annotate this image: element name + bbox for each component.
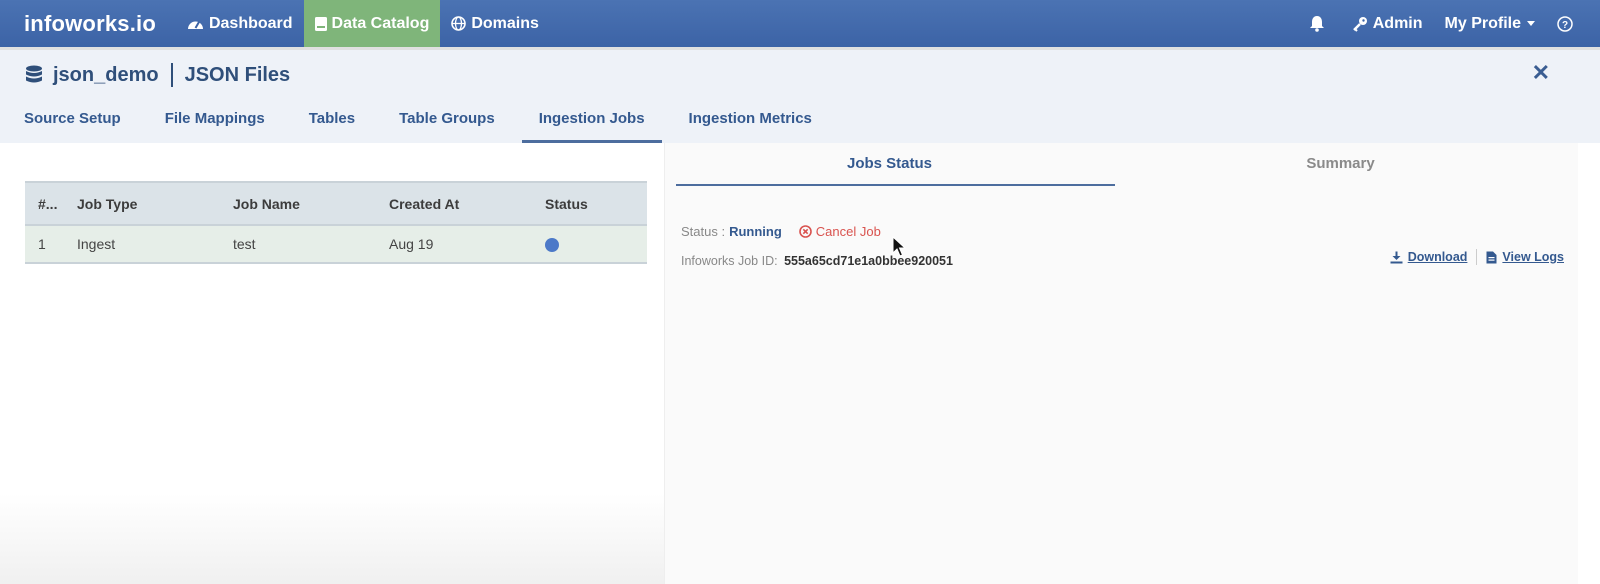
tab-jobs-status[interactable]: Jobs Status — [664, 143, 1115, 191]
source-name: json_demo — [53, 63, 159, 86]
notifications-button[interactable] — [1298, 0, 1341, 47]
tab-ingestion-jobs[interactable]: Ingestion Jobs — [521, 110, 662, 143]
status-label: Status : — [681, 224, 726, 239]
job-status-line: Status : Running Cancel Job — [681, 224, 881, 239]
nav-dashboard[interactable]: Dashboard — [176, 0, 304, 47]
job-detail-panel — [664, 143, 1578, 584]
cell-job-name: test — [233, 225, 389, 264]
nav-data-catalog[interactable]: Data Catalog — [303, 0, 441, 47]
admin-label: Admin — [1372, 14, 1423, 32]
brand-logo[interactable]: infoworks.io — [24, 11, 156, 37]
navbar-right: Admin My Profile ? — [1298, 0, 1600, 47]
status-dot-icon — [545, 238, 559, 253]
action-divider — [1476, 249, 1478, 265]
column-header[interactable]: Job Type — [77, 181, 233, 226]
tab-file-mappings[interactable]: File Mappings — [165, 110, 265, 143]
column-header[interactable]: Job Name — [233, 181, 389, 226]
source-header: json_demo JSON Files Source Setup File M… — [0, 50, 1600, 143]
tab-source-setup[interactable]: Source Setup — [24, 110, 121, 143]
nav-domains-label: Domains — [471, 14, 539, 32]
nav-data-catalog-label: Data Catalog — [331, 14, 430, 32]
jobs-table: #... Job Type Job Name Created At Status… — [25, 181, 647, 264]
tab-summary[interactable]: Summary — [1115, 143, 1566, 191]
cell-job-type: Ingest — [77, 225, 233, 264]
cell-created-at: Aug 19 — [389, 225, 545, 264]
download-label: Download — [1407, 250, 1468, 264]
column-header[interactable]: Status — [545, 181, 647, 226]
page-title: json_demo JSON Files — [25, 63, 290, 87]
globe-icon — [451, 16, 467, 31]
my-profile-label: My Profile — [1444, 14, 1521, 32]
column-header[interactable]: Created At — [389, 181, 545, 226]
status-value: Running — [729, 224, 782, 239]
close-icon[interactable]: ✕ — [1532, 62, 1550, 84]
tab-tables[interactable]: Tables — [309, 110, 355, 143]
help-button[interactable]: ? — [1546, 0, 1600, 47]
job-actions: Download View Logs — [1390, 249, 1564, 265]
download-link[interactable]: Download — [1390, 250, 1468, 264]
chevron-down-icon — [1527, 21, 1535, 26]
file-icon — [1486, 251, 1497, 264]
view-logs-label: View Logs — [1502, 250, 1564, 264]
tab-ingestion-metrics[interactable]: Ingestion Metrics — [689, 110, 812, 143]
dashboard-icon — [187, 17, 204, 31]
job-id-value: 555a65cd71e1a0bbee920051 — [784, 254, 953, 268]
job-id-line: Infoworks Job ID: 555a65cd71e1a0bbee9200… — [681, 254, 953, 268]
source-tabs: Source Setup File Mappings Tables Table … — [24, 110, 856, 143]
admin-menu[interactable]: Admin — [1341, 0, 1434, 47]
table-header-row: #... Job Type Job Name Created At Status — [25, 181, 647, 226]
cancel-job-button[interactable]: Cancel Job — [798, 224, 881, 239]
cell-num: 1 — [25, 225, 77, 264]
cell-status — [545, 225, 647, 264]
catalog-icon — [314, 16, 327, 31]
my-profile-menu[interactable]: My Profile — [1434, 0, 1546, 47]
download-icon — [1390, 251, 1403, 264]
bell-icon — [1309, 15, 1325, 32]
table-row[interactable]: 1 Ingest test Aug 19 — [25, 225, 647, 264]
job-id-label: Infoworks Job ID: — [681, 254, 778, 268]
nav-domains[interactable]: Domains — [440, 0, 550, 47]
bottom-fade — [0, 494, 664, 584]
tab-table-groups[interactable]: Table Groups — [399, 110, 495, 143]
source-type: JSON Files — [184, 63, 291, 86]
database-icon — [25, 65, 43, 85]
view-logs-link[interactable]: View Logs — [1486, 250, 1564, 264]
title-separator — [170, 63, 173, 87]
key-icon — [1352, 16, 1368, 32]
cancel-circle-icon — [798, 225, 812, 238]
cancel-job-label: Cancel Job — [815, 224, 881, 239]
help-icon: ? — [1557, 15, 1573, 32]
svg-text:?: ? — [1562, 20, 1568, 31]
nav-dashboard-label: Dashboard — [208, 14, 293, 32]
top-navbar: infoworks.io Dashboard Data Catalog Doma… — [0, 0, 1600, 50]
detail-tabs: Jobs Status Summary — [664, 143, 1578, 191]
mouse-cursor-icon — [892, 235, 907, 263]
column-header[interactable]: #... — [25, 181, 77, 226]
